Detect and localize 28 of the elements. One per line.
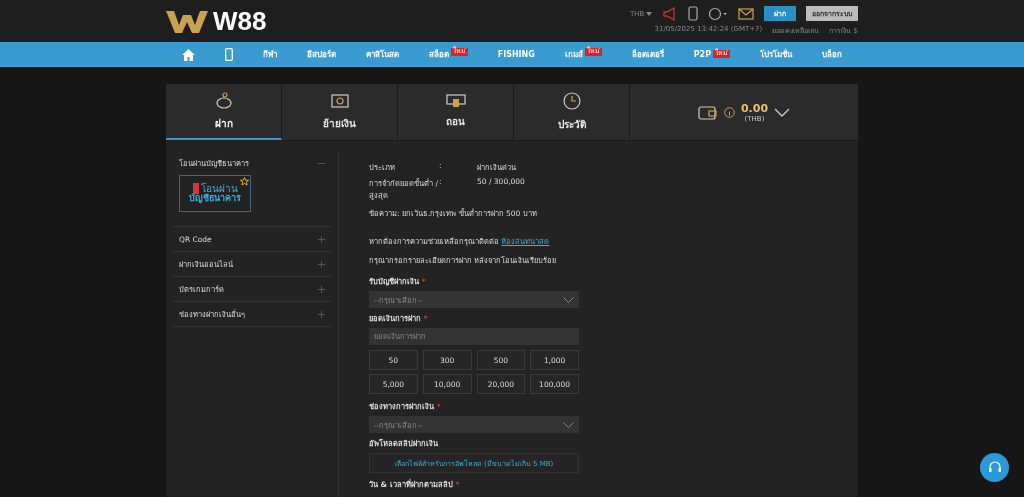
plus-icon[interactable] xyxy=(318,260,325,268)
cash-icon xyxy=(445,93,466,108)
status-circle-icon[interactable] xyxy=(708,6,728,21)
chevron-down-icon[interactable] xyxy=(774,107,791,117)
support-chat-button[interactable] xyxy=(980,453,1009,482)
logo-icon xyxy=(166,9,208,33)
plus-icon[interactable] xyxy=(318,310,325,318)
info-icon[interactable] xyxy=(723,106,735,118)
tab[interactable]: ย้ายเงิน xyxy=(282,84,398,140)
plus-icon[interactable] xyxy=(318,285,325,293)
mail-icon[interactable] xyxy=(738,7,754,20)
caret-icon xyxy=(646,12,652,16)
logo-text: W88 xyxy=(213,5,267,37)
tab[interactable]: ประวัติ xyxy=(514,84,630,140)
chevron-down-icon xyxy=(563,296,574,303)
history-icon xyxy=(561,90,582,111)
money-transfer-icon xyxy=(329,91,350,110)
mobile-icon[interactable] xyxy=(688,6,698,21)
tab[interactable]: ถอน xyxy=(398,84,514,140)
balance-amount: 0.00 xyxy=(740,101,769,115)
megaphone-icon[interactable] xyxy=(662,6,678,21)
home-icon[interactable] xyxy=(182,48,195,61)
chevron-down-icon xyxy=(563,421,574,428)
tab[interactable]: ฝาก xyxy=(166,84,282,140)
star-icon xyxy=(240,177,249,186)
wallet-icon xyxy=(697,104,718,120)
bank-transfer-option[interactable]: โอนผ่าน บัญชีธนาคาร xyxy=(179,175,251,212)
plus-icon[interactable] xyxy=(318,235,325,243)
